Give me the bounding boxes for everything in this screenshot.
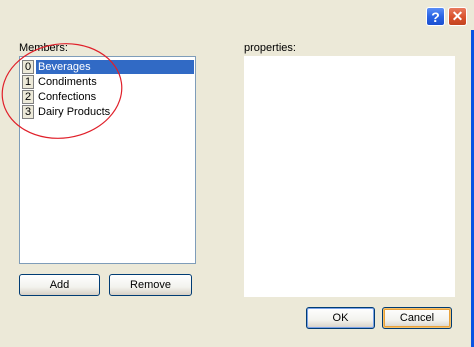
help-icon[interactable]: ? <box>426 7 445 26</box>
item-index: 0 <box>22 59 34 74</box>
list-item-beverages[interactable]: 0 Beverages <box>22 59 194 74</box>
ok-button[interactable]: OK <box>306 307 375 329</box>
item-label: Condiments <box>38 75 97 88</box>
item-index: 3 <box>22 104 34 119</box>
title-bar: ? ✕ <box>0 0 474 30</box>
remove-button[interactable]: Remove <box>109 274 192 296</box>
list-item-dairy-products[interactable]: 3 Dairy Products <box>22 104 194 119</box>
add-button[interactable]: Add <box>19 274 100 296</box>
list-item-condiments[interactable]: 1 Condiments <box>22 74 194 89</box>
item-index: 1 <box>22 74 34 89</box>
item-label: Beverages <box>36 59 194 74</box>
members-label: Members: <box>19 42 68 54</box>
item-index: 2 <box>22 89 34 104</box>
cancel-button[interactable]: Cancel <box>382 307 452 329</box>
item-label: Dairy Products <box>38 105 111 118</box>
list-item-confections[interactable]: 2 Confections <box>22 89 194 104</box>
item-label: Confections <box>38 90 97 103</box>
collection-editor-dialog: ? ✕ Members: 0 Beverages 1 Condiments 2 … <box>0 0 474 347</box>
properties-label: properties: <box>244 42 296 54</box>
properties-grid[interactable] <box>244 56 455 297</box>
members-listbox[interactable]: 0 Beverages 1 Condiments 2 Confections 3… <box>19 56 196 264</box>
close-icon[interactable]: ✕ <box>448 7 467 26</box>
